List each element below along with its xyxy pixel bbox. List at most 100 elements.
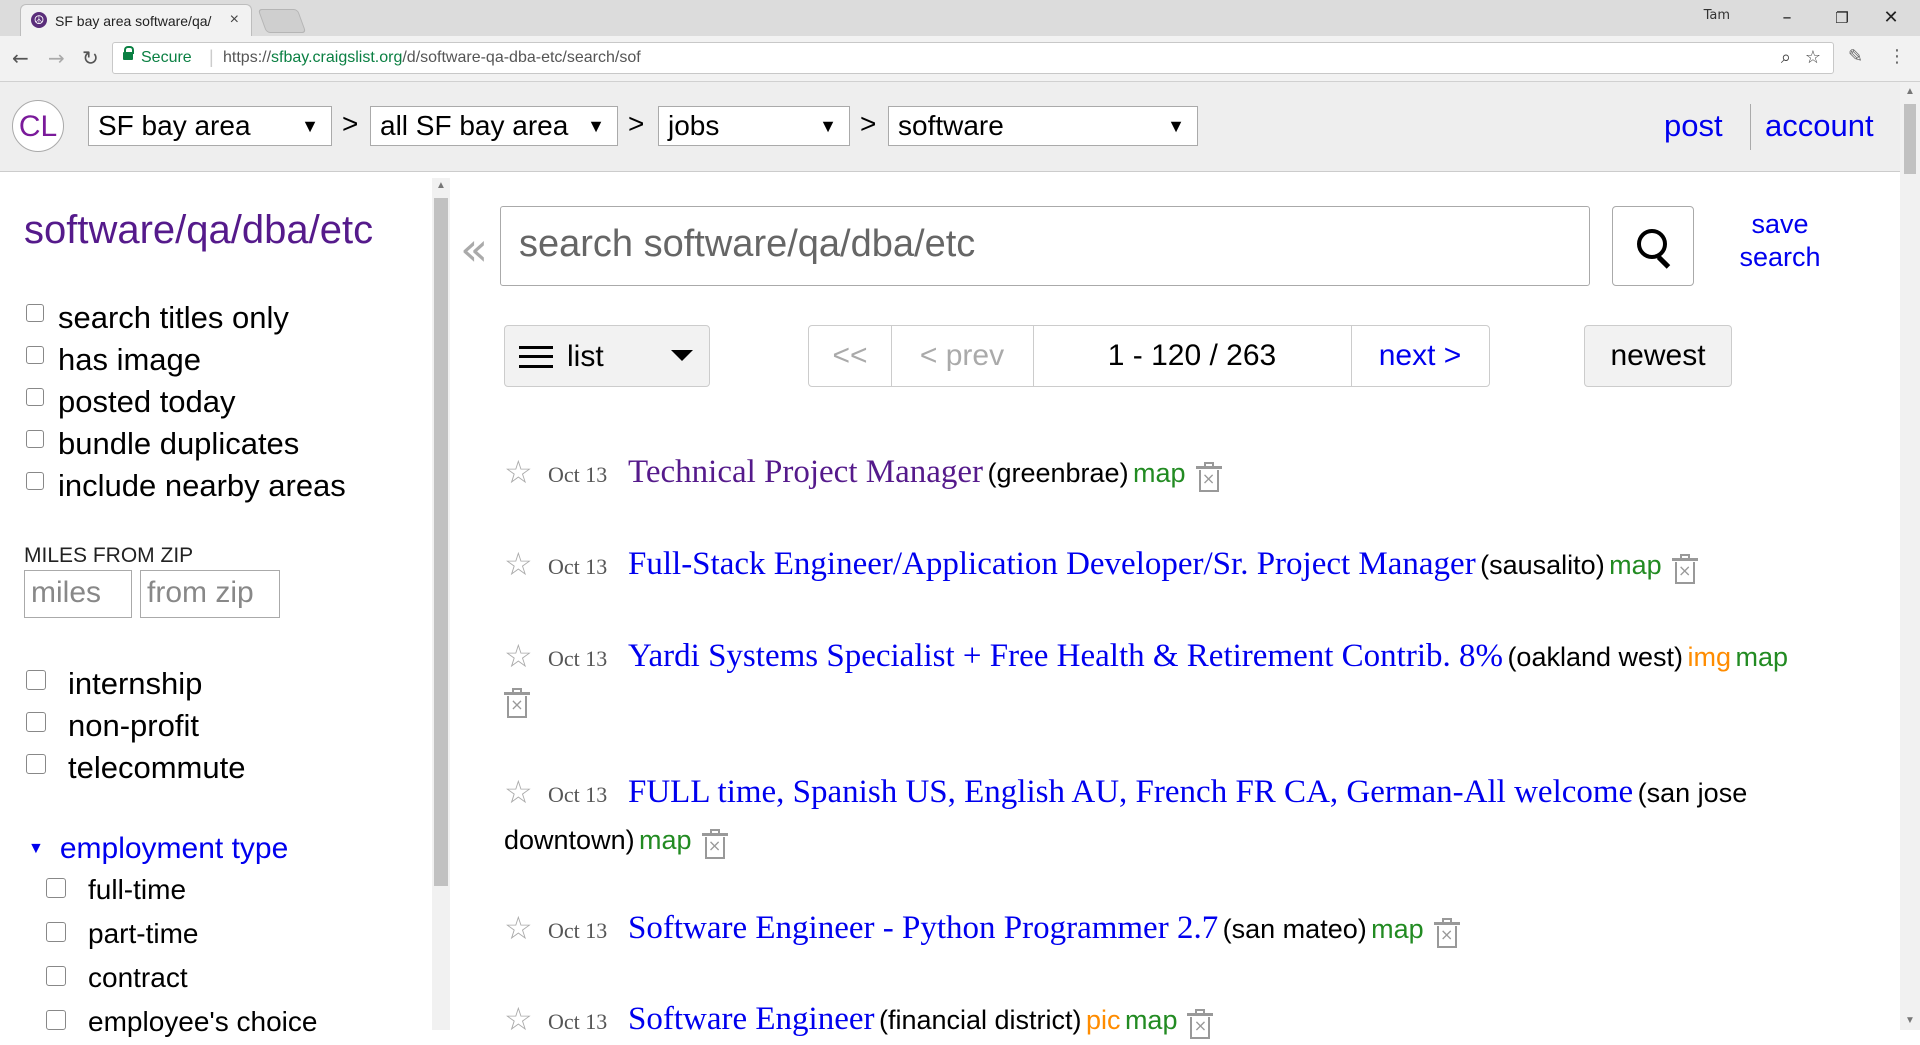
- favorite-star-icon[interactable]: ☆: [504, 544, 533, 584]
- checkbox[interactable]: [46, 966, 66, 986]
- checkbox[interactable]: [26, 670, 46, 690]
- save-search-link[interactable]: save search: [1730, 208, 1830, 274]
- hide-posting-icon[interactable]: ×: [701, 828, 728, 859]
- page-scrollbar-thumb[interactable]: [1904, 104, 1916, 174]
- browser-tab-strip: ☮ SF bay area software/qa/ × Tam – ❐ ✕: [0, 0, 1920, 36]
- favorite-star-icon[interactable]: ☆: [504, 999, 533, 1039]
- zoom-icon[interactable]: ⌕: [1781, 47, 1791, 68]
- zip-input[interactable]: from zip: [140, 570, 280, 618]
- prev-page-button[interactable]: < prev: [892, 326, 1032, 386]
- page-scrollbar[interactable]: ▲ ▼: [1900, 82, 1920, 1030]
- result-title-link[interactable]: Yardi Systems Specialist + Free Health &…: [628, 638, 1503, 674]
- url-text[interactable]: https://sfbay.craigslist.org/d/software-…: [223, 49, 641, 67]
- sidebar-scrollbar-thumb[interactable]: [434, 198, 448, 886]
- checkbox[interactable]: [46, 922, 66, 942]
- menu-icon[interactable]: ⋮: [1888, 46, 1906, 67]
- craigslist-logo[interactable]: CL: [12, 100, 64, 152]
- new-tab-button[interactable]: [257, 9, 307, 33]
- hide-posting-icon[interactable]: ×: [1187, 1008, 1214, 1039]
- view-mode-select[interactable]: list: [504, 325, 710, 387]
- filter-label: include nearby areas: [58, 468, 346, 503]
- hide-posting-icon[interactable]: ×: [1195, 461, 1222, 492]
- checkbox[interactable]: [26, 304, 44, 322]
- result-title-link[interactable]: Full-Stack Engineer/Application Develope…: [628, 546, 1476, 582]
- next-page-button[interactable]: next >: [1352, 326, 1488, 386]
- close-window-icon[interactable]: ✕: [1868, 4, 1914, 32]
- extension-icon[interactable]: ✎: [1848, 46, 1863, 67]
- result-neighborhood: (oakland west): [1507, 642, 1684, 672]
- result-title-link[interactable]: Software Engineer - Python Programmer 2.…: [628, 910, 1218, 946]
- hide-posting-icon[interactable]: ×: [504, 687, 530, 718]
- result-title-link[interactable]: FULL time, Spanish US, English AU, Frenc…: [628, 774, 1633, 810]
- area-select-value: SF bay area: [98, 110, 251, 141]
- minimize-icon[interactable]: –: [1764, 4, 1810, 32]
- hide-posting-icon[interactable]: ×: [1671, 553, 1698, 584]
- account-link[interactable]: account: [1765, 108, 1874, 144]
- map-link[interactable]: map: [1735, 642, 1788, 672]
- dropdown-arrow-icon: ▼: [587, 116, 605, 136]
- subarea-select[interactable]: all SF bay area ▼: [370, 106, 618, 146]
- filter-label: posted today: [58, 384, 236, 419]
- first-page-button[interactable]: <<: [809, 326, 891, 386]
- breadcrumb-separator: >: [342, 108, 359, 139]
- bookmark-star-icon[interactable]: ☆: [1805, 47, 1821, 68]
- hide-posting-icon[interactable]: ×: [1433, 917, 1460, 948]
- tab-title: SF bay area software/qa/: [55, 13, 212, 29]
- checkbox[interactable]: [26, 430, 44, 448]
- checkbox[interactable]: [26, 472, 44, 490]
- scroll-down-icon[interactable]: ▼: [1905, 1015, 1915, 1026]
- map-link[interactable]: map: [1371, 914, 1424, 944]
- sort-newest-button[interactable]: newest: [1584, 325, 1732, 387]
- map-link[interactable]: map: [639, 825, 692, 855]
- checkbox[interactable]: [26, 346, 44, 364]
- category-select[interactable]: jobs ▼: [658, 106, 850, 146]
- browser-tab[interactable]: ☮ SF bay area software/qa/ ×: [20, 4, 252, 36]
- favorite-star-icon[interactable]: ☆: [504, 908, 533, 948]
- back-icon[interactable]: ←: [12, 46, 29, 70]
- checkbox[interactable]: [26, 388, 44, 406]
- forward-icon[interactable]: →: [48, 46, 65, 70]
- scroll-up-icon[interactable]: ▲: [1905, 86, 1915, 97]
- reload-icon[interactable]: ↻: [82, 46, 99, 70]
- scroll-up-icon[interactable]: ▲: [436, 180, 446, 191]
- result-date: Oct 13: [548, 554, 608, 579]
- result-date: Oct 13: [548, 782, 608, 807]
- restore-icon[interactable]: ❐: [1819, 4, 1865, 32]
- favorite-star-icon[interactable]: ☆: [504, 772, 533, 812]
- checkbox[interactable]: [46, 1010, 66, 1030]
- map-link[interactable]: map: [1609, 550, 1662, 580]
- search-input[interactable]: search software/qa/dba/etc: [500, 206, 1590, 286]
- address-bar[interactable]: Secure | https://sfbay.craigslist.org/d/…: [112, 42, 1834, 74]
- result-date: Oct 13: [548, 462, 608, 487]
- miles-input[interactable]: miles: [24, 570, 132, 618]
- dropdown-arrow-icon: [671, 350, 693, 361]
- site-header: CL SF bay area ▼ > all SF bay area ▼ > j…: [0, 82, 1900, 172]
- map-link[interactable]: map: [1125, 1005, 1178, 1035]
- result-title-link[interactable]: Technical Project Manager: [628, 454, 983, 490]
- miles-from-zip-label: MILES FROM ZIP: [24, 544, 194, 567]
- search-button[interactable]: [1612, 206, 1694, 286]
- url-path: /d/software-qa-dba-etc/search/sof: [402, 49, 641, 66]
- pagination: << < prev 1 - 120 / 263 next >: [808, 325, 1490, 387]
- favorite-star-icon[interactable]: ☆: [504, 636, 533, 676]
- result-range: 1 - 120 / 263: [1107, 339, 1277, 372]
- subcategory-select[interactable]: software ▼: [888, 106, 1198, 146]
- filter-label: has image: [58, 342, 202, 377]
- map-link[interactable]: map: [1133, 458, 1186, 488]
- checkbox[interactable]: [26, 712, 46, 732]
- result-neighborhood: (san mateo): [1222, 914, 1367, 944]
- sidebar-title[interactable]: software/qa/dba/etc: [24, 208, 373, 253]
- favorite-star-icon[interactable]: ☆: [504, 452, 533, 492]
- result-title-link[interactable]: Software Engineer: [628, 1001, 875, 1037]
- area-select[interactable]: SF bay area ▼: [88, 106, 332, 146]
- sidebar-scrollbar[interactable]: ▲: [432, 178, 450, 1030]
- tab-close-icon[interactable]: ×: [230, 11, 239, 29]
- post-link[interactable]: post: [1664, 108, 1723, 144]
- collapse-sidebar-icon[interactable]: «: [460, 222, 488, 276]
- result-neighborhood: (sausalito): [1480, 550, 1605, 580]
- checkbox[interactable]: [46, 878, 66, 898]
- checkbox[interactable]: [26, 754, 46, 774]
- employment-type-toggle[interactable]: ▼ employment type: [28, 832, 288, 866]
- subarea-select-value: all SF bay area: [380, 110, 569, 141]
- profile-name[interactable]: Tam: [1704, 8, 1730, 23]
